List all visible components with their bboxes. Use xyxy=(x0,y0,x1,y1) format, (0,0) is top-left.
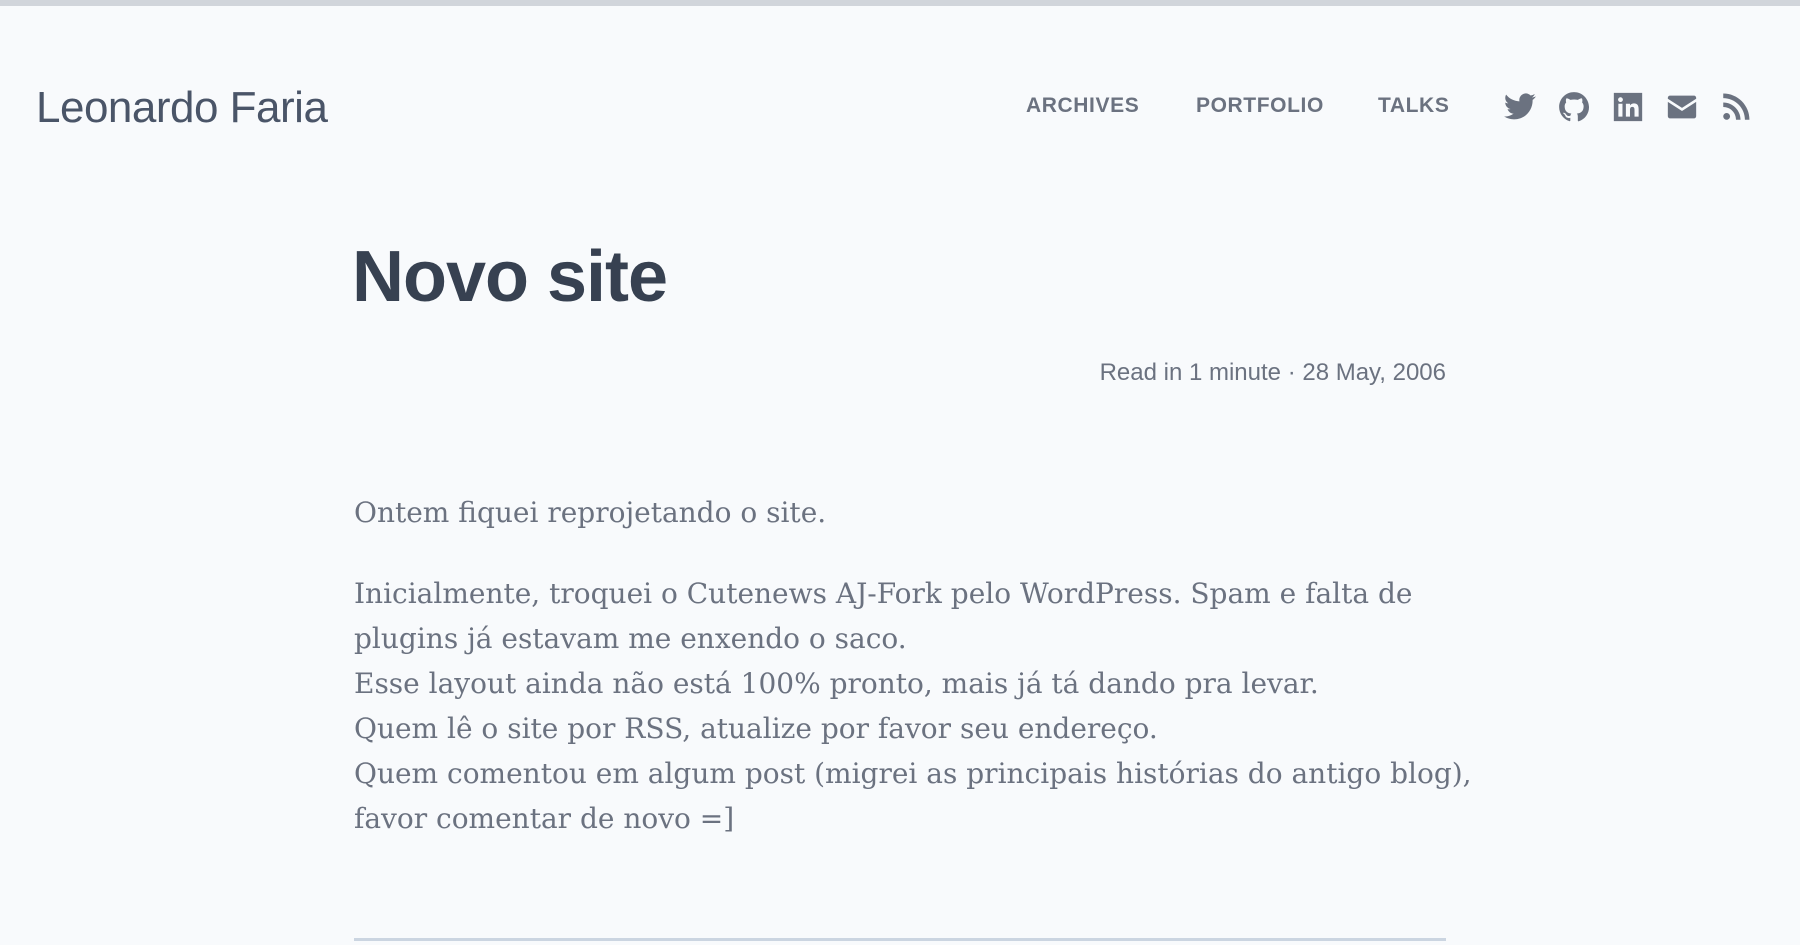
github-icon[interactable] xyxy=(1557,90,1591,124)
post-content: Ontem fiquei reprojetando o site. Inicia… xyxy=(354,490,1472,877)
paragraph-line: Ontem fiquei reprojetando o site. xyxy=(354,496,827,529)
paragraph-line: Esse layout ainda não está 100% pronto, … xyxy=(354,667,1319,700)
rss-icon[interactable] xyxy=(1719,90,1753,124)
nav-talks[interactable]: TALKS xyxy=(1378,90,1449,122)
post-meta: Read in 1 minute · 28 May, 2006 xyxy=(1099,359,1446,386)
paragraph-line: Inicialmente, troquei o Cutenews AJ-Fork… xyxy=(354,577,1413,610)
post-paragraph: Ontem fiquei reprojetando o site. xyxy=(354,490,1454,535)
top-accent-bar xyxy=(0,0,1800,6)
post-title: Novo site xyxy=(352,237,668,317)
nav-archives[interactable]: ARCHIVES xyxy=(1026,90,1139,122)
post-paragraph: Inicialmente, troquei o Cutenews AJ-Fork… xyxy=(354,571,1472,841)
nav-portfolio[interactable]: PORTFOLIO xyxy=(1196,90,1324,122)
content-divider xyxy=(354,938,1446,941)
paragraph-line: favor comentar de novo =] xyxy=(354,802,735,835)
linkedin-icon[interactable] xyxy=(1611,90,1645,124)
mail-icon[interactable] xyxy=(1665,90,1699,124)
twitter-icon[interactable] xyxy=(1503,90,1537,124)
site-title-link[interactable]: Leonardo Faria xyxy=(36,78,328,138)
paragraph-line: Quem comentou em algum post (migrei as p… xyxy=(354,757,1472,790)
paragraph-line: plugins já estavam me enxendo o saco. xyxy=(354,622,907,655)
paragraph-line: Quem lê o site por RSS, atualize por fav… xyxy=(354,712,1158,745)
